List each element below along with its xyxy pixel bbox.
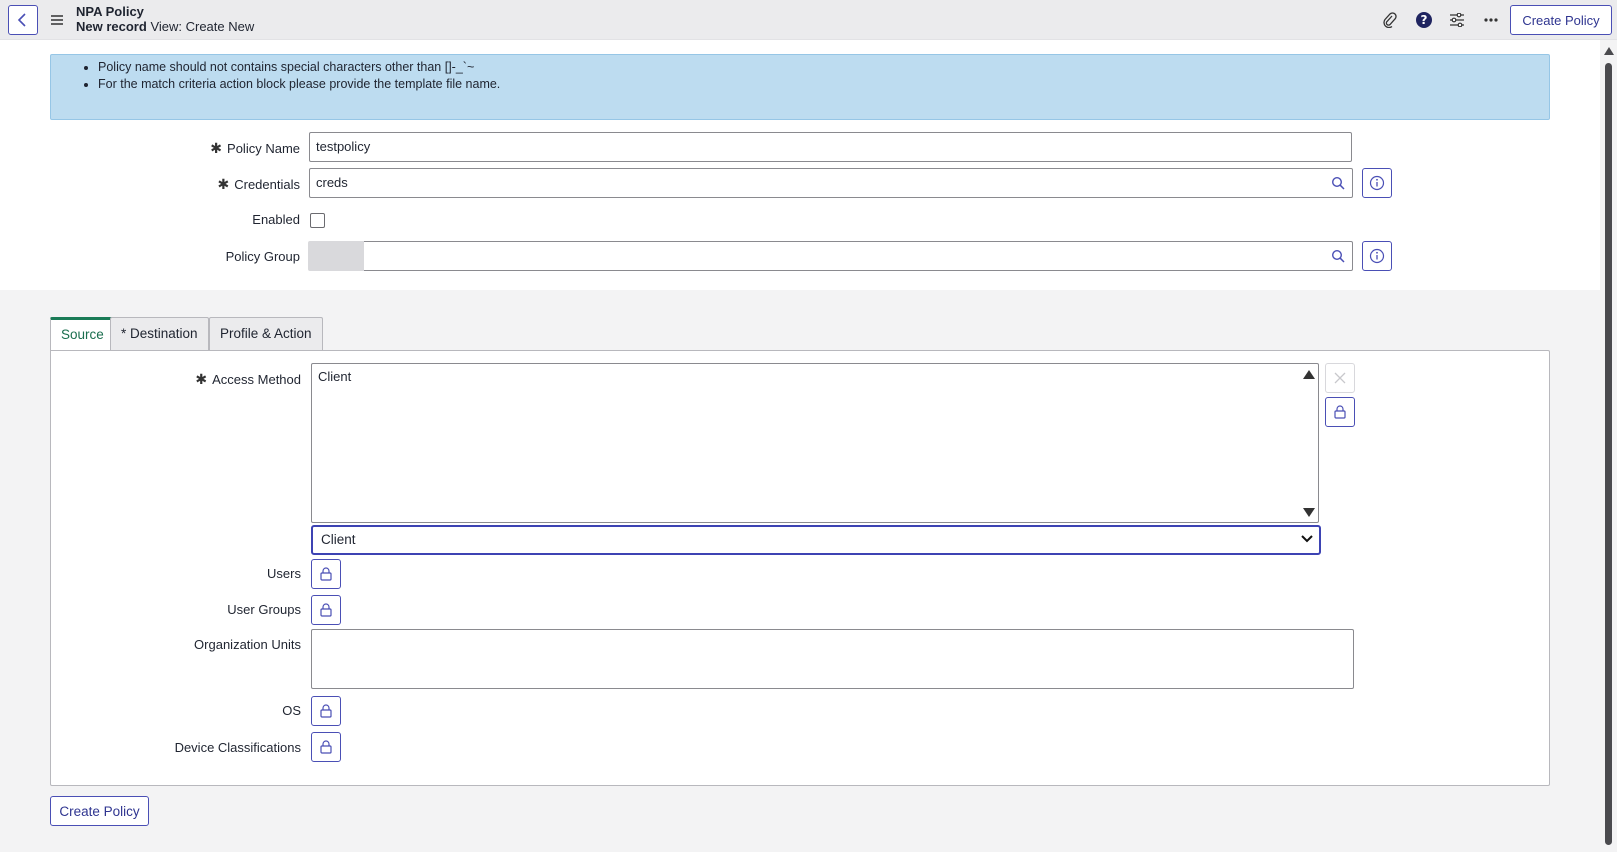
organization-units-textarea[interactable] [311,629,1354,689]
users-lock-button[interactable] [311,559,341,589]
record-label: New record [76,19,147,34]
page-scrollbar[interactable] [1603,45,1614,852]
info-message-box: Policy name should not contains special … [50,54,1550,120]
app-header: NPA Policy New record View: Create New ?… [0,0,1617,40]
attachment-button[interactable] [1380,10,1400,30]
os-lock-button[interactable] [311,696,341,726]
required-indicator-icon: ✱ [217,176,230,192]
info-icon [1369,248,1385,264]
credentials-label: ✱ Credentials [217,176,301,192]
credentials-input[interactable]: creds [309,168,1324,198]
tab-profile-action[interactable]: Profile & Action [209,317,323,351]
credentials-info-button[interactable] [1362,168,1392,198]
enabled-checkbox[interactable] [310,213,325,228]
triangle-up-icon [1303,369,1315,379]
help-button[interactable]: ? [1414,10,1434,30]
policy-group-label: Policy Group [225,249,300,264]
page-title: NPA Policy [76,4,144,19]
tab-destination[interactable]: * Destination [110,317,209,351]
view-label: View: Create New [150,19,255,34]
unlock-icon [320,740,332,754]
device-classifications-label: Device Classifications [174,740,301,755]
unlock-icon [320,704,332,718]
access-method-listbox[interactable]: Client [311,363,1319,523]
policy-name-label: ✱ Policy Name [210,140,300,156]
remove-access-method-button[interactable] [1325,363,1355,393]
chevron-down-icon [1301,535,1313,543]
scroll-up-button[interactable] [1302,368,1316,380]
os-label: OS [282,703,301,718]
record-subtitle: New record View: Create New [76,19,254,34]
search-icon [1331,176,1345,190]
help-icon: ? [1416,12,1432,28]
policy-group-reference-placeholder [308,241,364,271]
required-indicator-icon: ✱ [195,371,208,387]
access-method-lock-button[interactable] [1325,397,1355,427]
create-policy-header-button[interactable]: Create Policy [1510,5,1612,35]
close-icon [1334,372,1346,384]
menu-button[interactable] [50,12,64,28]
list-item[interactable]: Client [318,369,351,384]
credentials-lookup-button[interactable] [1323,168,1353,198]
users-label: Users [267,566,301,581]
enabled-label: Enabled [252,212,300,227]
organization-units-label: Organization Units [194,637,301,652]
search-icon [1331,249,1345,263]
paperclip-icon [1383,12,1397,28]
access-method-select[interactable]: Client [311,525,1321,555]
scroll-down-button[interactable] [1302,506,1316,518]
back-button[interactable] [8,5,38,35]
triangle-down-icon [1303,507,1315,517]
tab-source[interactable]: Source [50,317,115,351]
required-indicator-icon: ✱ [210,140,223,156]
policy-group-info-button[interactable] [1362,241,1392,271]
record-title-block: NPA Policy New record View: Create New [76,4,254,34]
source-tab-panel: ✱ Access Method Client Client Users User … [50,350,1550,786]
info-message-list: Policy name should not contains special … [51,59,1549,93]
menu-icon [51,15,63,25]
more-icon [1484,18,1498,22]
unlock-icon [1334,405,1346,419]
svg-text:?: ? [1421,13,1428,27]
create-policy-footer-button[interactable]: Create Policy [50,796,149,826]
device-classifications-lock-button[interactable] [311,732,341,762]
info-message: For the match criteria action block plea… [98,76,1549,93]
unlock-icon [320,603,332,617]
unlock-icon [320,567,332,581]
info-icon [1369,175,1385,191]
policy-name-input[interactable]: testpolicy [309,132,1352,162]
access-method-label: ✱ Access Method [195,371,301,387]
policy-group-lookup-button[interactable] [1323,241,1353,271]
access-method-selected-value: Client [321,532,356,547]
back-icon [17,13,26,27]
record-form-panel: Policy name should not contains special … [0,40,1600,290]
scroll-up-arrow-icon [1604,47,1614,55]
settings-sliders-icon [1450,13,1464,27]
user-groups-label: User Groups [227,602,301,617]
more-options-button[interactable] [1481,10,1501,30]
personalize-form-button[interactable] [1447,10,1467,30]
info-message: Policy name should not contains special … [98,59,1549,76]
user-groups-lock-button[interactable] [311,595,341,625]
scrollbar-thumb[interactable] [1605,63,1612,845]
policy-group-input[interactable] [309,241,1324,271]
